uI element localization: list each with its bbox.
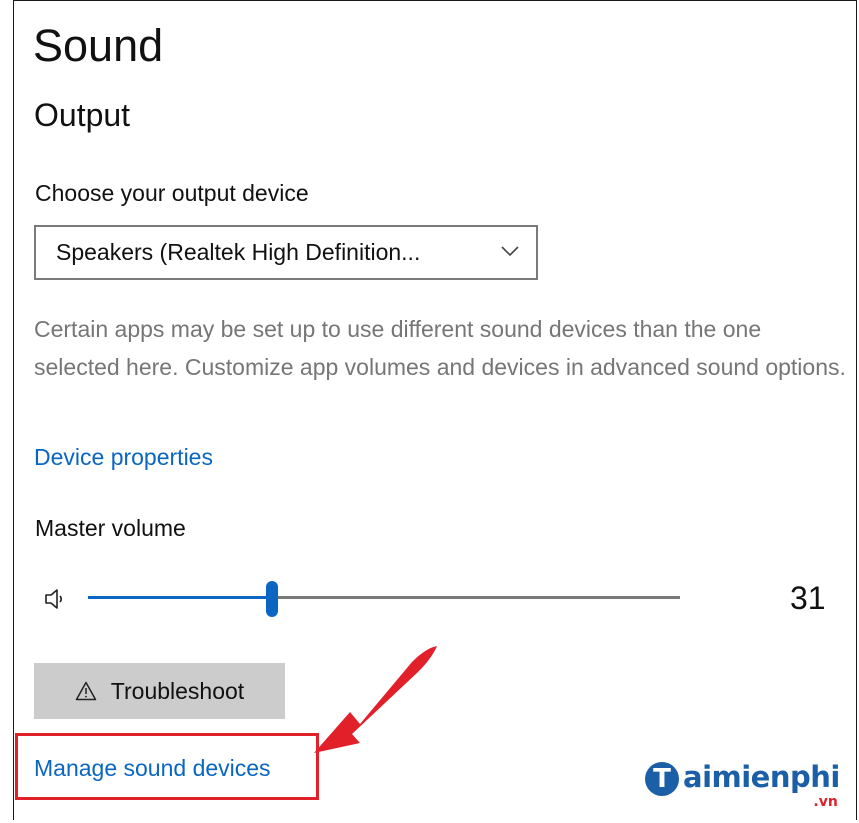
watermark-text: aimienphi [683,760,840,794]
warning-icon [75,681,97,701]
output-description: Certain apps may be set up to use differ… [34,316,846,380]
device-properties-link[interactable]: Device properties [34,444,213,471]
output-device-selected: Speakers (Realtek High Definition... [56,239,421,265]
annotation-arrow [314,646,437,753]
page-title: Sound [33,20,164,71]
volume-slider-thumb[interactable] [265,581,278,617]
speaker-icon[interactable] [44,587,66,611]
volume-slider-fill [88,596,272,599]
master-volume-label: Master volume [35,515,186,541]
chevron-down-icon [501,246,519,257]
output-device-dropdown[interactable]: Speakers (Realtek High Definition... [34,225,538,280]
output-device-label: Choose your output device [35,180,309,206]
watermark-logo-mark: T [645,762,679,796]
section-title-output: Output [34,97,131,133]
troubleshoot-label: Troubleshoot [110,677,245,704]
manage-sound-devices-link[interactable]: Manage sound devices [34,755,271,782]
troubleshoot-button[interactable]: Troubleshoot [34,663,285,719]
master-volume-slider[interactable] [88,580,680,618]
watermark-logo: T aimienphi .vn [645,760,840,810]
watermark-suffix: .vn [813,794,838,810]
master-volume-value: 31 [790,580,826,616]
